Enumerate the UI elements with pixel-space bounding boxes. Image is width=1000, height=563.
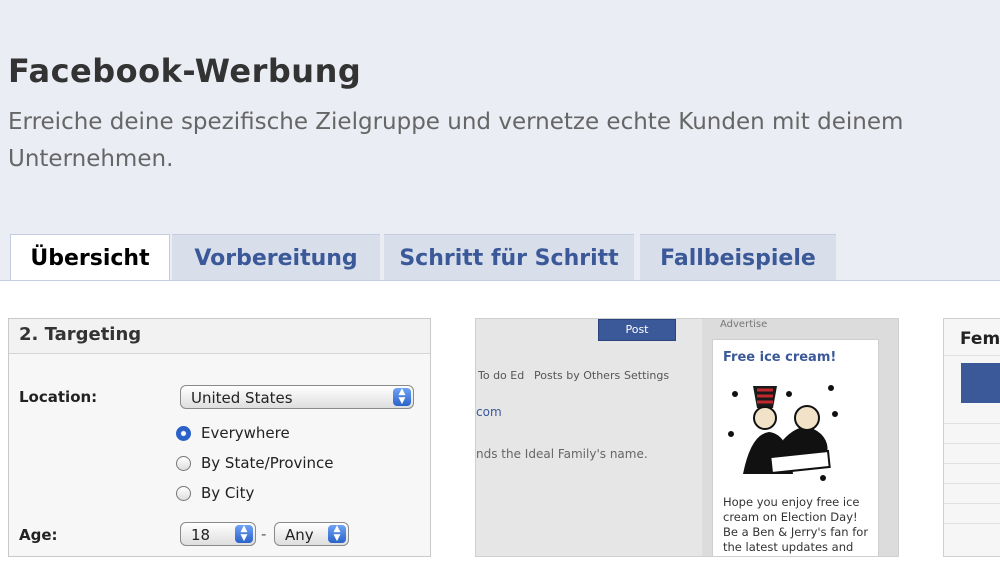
radio-everywhere[interactable] xyxy=(176,426,191,441)
ad-preview-panel: Post To do Ed Posts by Others Settings c… xyxy=(475,318,899,557)
age-to-select[interactable]: Any ▲ ▼ xyxy=(274,522,349,546)
select-arrows-icon: ▲ ▼ xyxy=(328,525,346,543)
preview-link-posts[interactable]: Posts by Others xyxy=(534,369,620,382)
preview-url[interactable]: com xyxy=(476,405,502,419)
ad-title: Free ice cream! xyxy=(723,350,837,365)
preview-note: nds the Ideal Family's name. xyxy=(476,447,648,461)
targeting-panel: 2. Targeting Location: United States ▲ ▼ … xyxy=(8,318,431,557)
age-label: Age: xyxy=(19,526,58,544)
targeting-title: 2. Targeting xyxy=(19,324,142,345)
preview-link-todo[interactable]: To do Ed xyxy=(478,369,524,382)
divider xyxy=(944,423,1000,424)
preview-link-settings[interactable]: Settings xyxy=(624,369,669,382)
page-subtitle: Erreiche deine spezifische Zielgruppe un… xyxy=(8,109,904,172)
radio-by-state[interactable] xyxy=(176,456,191,471)
divider xyxy=(944,355,1000,356)
divider xyxy=(944,443,1000,444)
location-select[interactable]: United States ▲ ▼ xyxy=(180,385,414,409)
location-label: Location: xyxy=(19,388,98,406)
targeting-header: 2. Targeting xyxy=(9,319,430,354)
ad-body: Hope you enjoy free ice cream on Electio… xyxy=(723,495,869,556)
divider xyxy=(944,463,1000,464)
age-separator: - xyxy=(261,525,267,543)
tab-schritt-fuer-schritt[interactable]: Schritt für Schritt xyxy=(384,234,634,281)
radio-by-state-label: By State/Province xyxy=(201,454,334,472)
radio-everywhere-label: Everywhere xyxy=(201,424,290,442)
page-title: Facebook-Werbung xyxy=(8,52,362,90)
demographics-title: Fem xyxy=(960,329,1000,349)
demographics-bar xyxy=(961,363,1000,403)
ad-illustration-icon xyxy=(723,374,847,484)
select-arrows-icon: ▲ ▼ xyxy=(235,525,253,543)
tab-vorbereitung[interactable]: Vorbereitung xyxy=(172,234,380,281)
tab-fallbeispiele[interactable]: Fallbeispiele xyxy=(640,234,836,281)
ad-card[interactable]: Free ice cream! Hope you enjoy free ice … xyxy=(712,339,879,556)
tab-uebersicht[interactable]: Übersicht xyxy=(10,234,170,283)
age-to-value: Any xyxy=(285,526,314,544)
location-value: United States xyxy=(191,389,293,407)
radio-by-city[interactable] xyxy=(176,486,191,501)
demographics-panel: Fem xyxy=(943,318,1000,557)
post-button[interactable]: Post xyxy=(598,319,676,341)
select-arrows-icon: ▲ ▼ xyxy=(393,388,411,406)
age-from-value: 18 xyxy=(191,526,211,544)
age-from-select[interactable]: 18 ▲ ▼ xyxy=(180,522,256,546)
divider xyxy=(944,503,1000,504)
divider xyxy=(944,523,1000,524)
radio-by-city-label: By City xyxy=(201,484,255,502)
advertise-label: Advertise xyxy=(720,319,768,330)
divider xyxy=(944,483,1000,484)
